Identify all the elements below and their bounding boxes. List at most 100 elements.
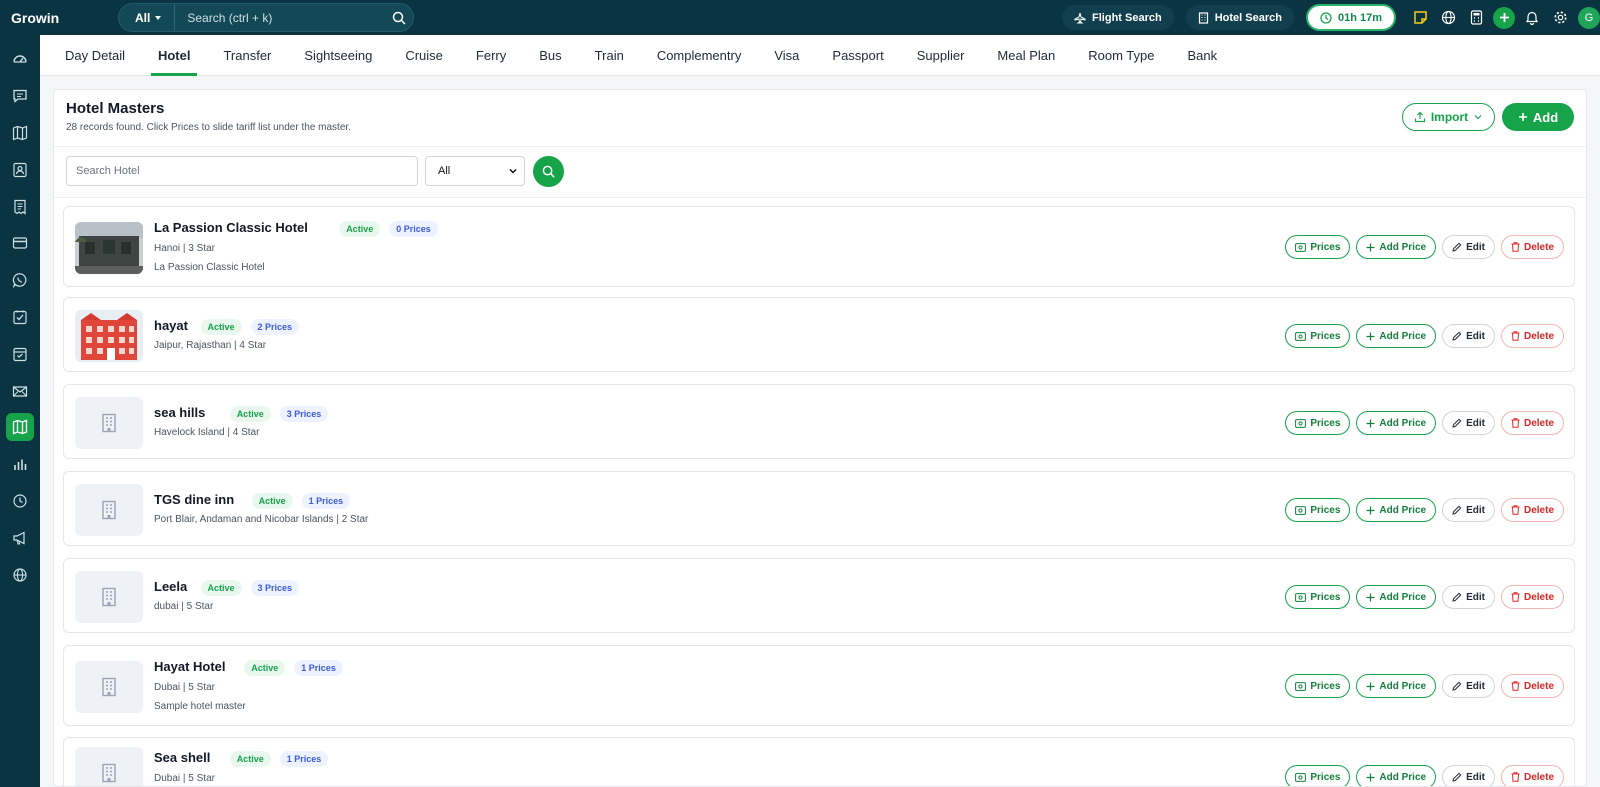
tab-ferry[interactable]: Ferry (476, 35, 506, 76)
status-badge: Active (251, 493, 293, 509)
sidebar-item-masters[interactable] (0, 409, 40, 446)
caret-down-icon (155, 15, 162, 20)
sidebar-item-reports[interactable] (0, 446, 40, 483)
bell-icon[interactable] (1518, 0, 1546, 35)
edit-button[interactable]: Edit (1442, 324, 1495, 348)
edit-label: Edit (1466, 417, 1485, 429)
sidebar-item-tasks[interactable] (0, 299, 40, 336)
add-price-button[interactable]: Add Price (1356, 411, 1437, 435)
row-actions: Prices Add Price Edit Delete (1285, 498, 1564, 522)
add-price-button[interactable]: Add Price (1356, 235, 1437, 259)
add-hotel-button[interactable]: Add (1502, 103, 1574, 131)
prices-button[interactable]: Prices (1285, 765, 1351, 786)
prices-button[interactable]: Prices (1285, 324, 1351, 348)
delete-button[interactable]: Delete (1500, 674, 1564, 698)
hotel-name[interactable]: Hayat Hotel (154, 659, 226, 674)
calculator-icon[interactable] (1462, 0, 1490, 35)
user-avatar[interactable]: G (1578, 6, 1600, 29)
tab-supplier[interactable]: Supplier (917, 35, 965, 76)
sidebar-item-card[interactable] (0, 225, 40, 262)
add-price-button[interactable]: Add Price (1356, 765, 1437, 786)
plus-icon (1366, 593, 1375, 601)
session-timer[interactable]: 01h 17m (1305, 4, 1396, 31)
hotel-name[interactable]: Leela (154, 579, 187, 594)
flight-search-button[interactable]: Flight Search (1062, 5, 1174, 30)
sidebar-item-map[interactable] (0, 115, 40, 152)
sidebar-item-dashboard[interactable] (0, 41, 40, 78)
row-actions: Prices Add Price Edit Delete (1285, 674, 1564, 698)
brand-logo[interactable]: Growin (11, 10, 118, 26)
tab-hotel[interactable]: Hotel (151, 35, 197, 76)
pencil-icon (1452, 772, 1462, 782)
tab-day-detail[interactable]: Day Detail (65, 35, 125, 76)
import-button[interactable]: Import (1402, 103, 1495, 131)
globe-icon[interactable] (1434, 0, 1462, 35)
tab-visa[interactable]: Visa (774, 35, 799, 76)
sidebar-item-mail[interactable] (0, 372, 40, 409)
edit-button[interactable]: Edit (1442, 235, 1495, 259)
delete-button[interactable]: Delete (1500, 324, 1564, 348)
prices-button[interactable]: Prices (1285, 498, 1351, 522)
sidebar-item-whatsapp[interactable] (0, 262, 40, 299)
hotel-name[interactable]: TGS dine inn (154, 492, 234, 507)
delete-button[interactable]: Delete (1500, 765, 1564, 786)
hotel-name[interactable]: sea hills (154, 405, 205, 420)
tab-meal-plan[interactable]: Meal Plan (997, 35, 1055, 76)
tab-room-type[interactable]: Room Type (1088, 35, 1154, 76)
add-price-label: Add Price (1379, 417, 1427, 429)
tab-cruise[interactable]: Cruise (405, 35, 443, 76)
masters-icon (12, 419, 28, 435)
hotel-name[interactable]: La Passion Classic Hotel (154, 220, 308, 235)
tab-transfer[interactable]: Transfer (223, 35, 271, 76)
hotel-location-rating: Havelock Island | 4 Star (154, 427, 260, 438)
edit-button[interactable]: Edit (1442, 411, 1495, 435)
prices-button[interactable]: Prices (1285, 411, 1351, 435)
plus-icon (1366, 332, 1375, 340)
money-icon (1295, 242, 1307, 252)
tab-sightseeing[interactable]: Sightseeing (304, 35, 372, 76)
prices-label: Prices (1310, 591, 1341, 603)
sidebar-item-contacts[interactable] (0, 151, 40, 188)
add-price-button[interactable]: Add Price (1356, 498, 1437, 522)
quick-add-button[interactable] (1490, 0, 1518, 35)
tab-train[interactable]: Train (595, 35, 624, 76)
tab-bank[interactable]: Bank (1187, 35, 1217, 76)
sidebar-item-invoice[interactable] (0, 188, 40, 225)
search-scope-dropdown[interactable]: All (119, 4, 176, 31)
hotel-name[interactable]: hayat (154, 318, 188, 333)
edit-button[interactable]: Edit (1442, 498, 1495, 522)
hotel-search-button[interactable]: Hotel Search (1185, 5, 1294, 30)
sidebar-item-marketing[interactable] (0, 519, 40, 556)
edit-button[interactable]: Edit (1442, 585, 1495, 609)
edit-button[interactable]: Edit (1442, 765, 1495, 786)
globe-icon (13, 567, 27, 582)
search-hotel-input[interactable]: Search Hotel (66, 156, 418, 186)
search-button[interactable] (533, 156, 564, 187)
prices-button[interactable]: Prices (1285, 235, 1351, 259)
add-price-button[interactable]: Add Price (1356, 324, 1437, 348)
delete-button[interactable]: Delete (1500, 411, 1564, 435)
prices-button[interactable]: Prices (1285, 585, 1351, 609)
gear-icon[interactable] (1546, 0, 1574, 35)
delete-button[interactable]: Delete (1500, 498, 1564, 522)
edit-button[interactable]: Edit (1442, 674, 1495, 698)
search-icon[interactable] (385, 11, 413, 25)
sidebar-item-web[interactable] (0, 556, 40, 593)
sidebar-item-history[interactable] (0, 483, 40, 520)
global-search[interactable]: All Search (ctrl + k) (118, 3, 414, 32)
global-search-input[interactable]: Search (ctrl + k) (175, 11, 385, 25)
sidebar-item-chat[interactable] (0, 78, 40, 115)
prices-button[interactable]: Prices (1285, 674, 1351, 698)
tab-passport[interactable]: Passport (832, 35, 883, 76)
add-price-button[interactable]: Add Price (1356, 585, 1437, 609)
status-filter-select[interactable]: All (425, 156, 525, 186)
add-price-button[interactable]: Add Price (1356, 674, 1437, 698)
delete-button[interactable]: Delete (1500, 585, 1564, 609)
hotel-name[interactable]: Sea shell (154, 750, 210, 765)
tab-complementry[interactable]: Complementry (657, 35, 742, 76)
tab-bus[interactable]: Bus (539, 35, 561, 76)
delete-button[interactable]: Delete (1500, 235, 1564, 259)
sticky-note-icon[interactable] (1406, 0, 1434, 35)
sidebar-item-calendar[interactable] (0, 335, 40, 372)
status-badge: Active (229, 751, 271, 767)
